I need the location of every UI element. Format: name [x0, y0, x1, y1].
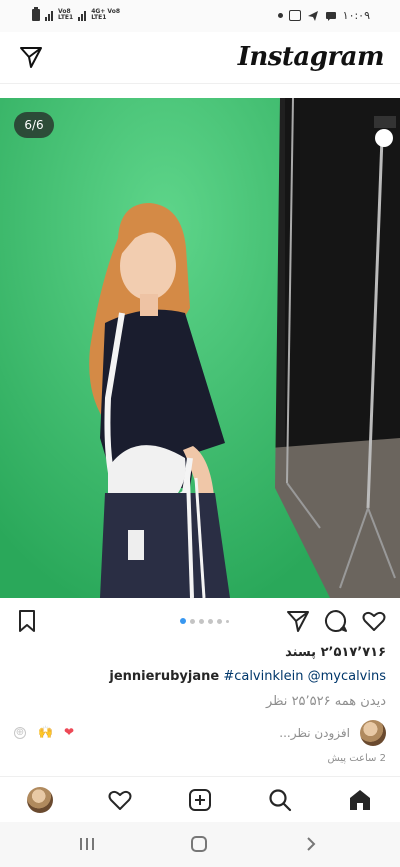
direct-message-icon[interactable]: [18, 44, 44, 70]
bottom-nav: [0, 776, 400, 822]
likes-count[interactable]: ۲٬۵۱۷٬۷۱۶ پسند: [285, 645, 386, 660]
post-photo: [0, 98, 400, 598]
recent-apps-icon[interactable]: [77, 834, 97, 854]
search-icon[interactable]: [267, 787, 293, 813]
carousel-dot: [199, 618, 204, 624]
status-bar: Vo8 LTE1 4G+ Vo8 LTE1 ۱۰:۰۹: [0, 0, 400, 32]
post-action-bar: [0, 604, 400, 638]
carousel-dot: [217, 618, 222, 624]
add-comment-row: افزودن نظر... ❤ 🙌 ⊕: [0, 718, 400, 750]
caption-username[interactable]: jennierubyjane: [109, 669, 219, 684]
new-post-icon[interactable]: [187, 787, 213, 813]
android-nav-bar: [0, 822, 400, 867]
carousel-dot: [226, 619, 229, 623]
carousel-indicator: [180, 618, 229, 624]
add-comment-input[interactable]: افزودن نظر...: [279, 726, 350, 740]
network-label-1: Vo8 LTE1: [58, 8, 74, 21]
raised-hands-emoji-icon[interactable]: 🙌: [38, 725, 53, 739]
post-image[interactable]: 6/6: [0, 98, 400, 598]
battery-icon: [32, 7, 40, 21]
view-all-comments[interactable]: دیدن همه ۲۵٬۵۲۶ نظر: [266, 694, 386, 709]
gallery-notification-icon: [288, 10, 301, 21]
home-button-icon[interactable]: [189, 834, 209, 854]
post-caption: jennierubyjane #calvinklein @mycalvins: [109, 669, 386, 684]
carousel-dot: [180, 618, 186, 624]
top-header: Instagram: [0, 32, 400, 84]
carousel-dot: [190, 618, 195, 624]
send-icon[interactable]: [285, 608, 311, 634]
heart-icon[interactable]: [361, 608, 387, 634]
network-label-2: 4G+ Vo8 LTE1: [91, 8, 121, 21]
back-icon[interactable]: [301, 834, 321, 854]
carousel-dot: [208, 618, 213, 624]
profile-avatar-tab[interactable]: [27, 787, 53, 813]
signal-icon: [78, 10, 87, 21]
add-emoji-icon[interactable]: ⊕: [14, 727, 26, 739]
sms-icon: [325, 11, 336, 21]
my-avatar: [360, 720, 386, 746]
heart-emoji-icon[interactable]: ❤: [64, 725, 74, 739]
slide-counter: 6/6: [14, 112, 54, 138]
signal-icon: [45, 10, 53, 21]
instagram-logo[interactable]: Instagram: [238, 42, 385, 72]
bookmark-icon[interactable]: [14, 608, 40, 634]
caption-text[interactable]: #calvinklein @mycalvins: [223, 669, 386, 684]
post-time: 2 ساعت پیش: [327, 753, 387, 764]
comment-icon[interactable]: [323, 608, 349, 634]
activity-heart-icon[interactable]: [107, 787, 133, 813]
home-icon[interactable]: [347, 787, 373, 813]
clock: ۱۰:۰۹: [342, 9, 370, 22]
notification-dot-icon: [277, 13, 283, 18]
telegram-icon: [307, 10, 318, 21]
